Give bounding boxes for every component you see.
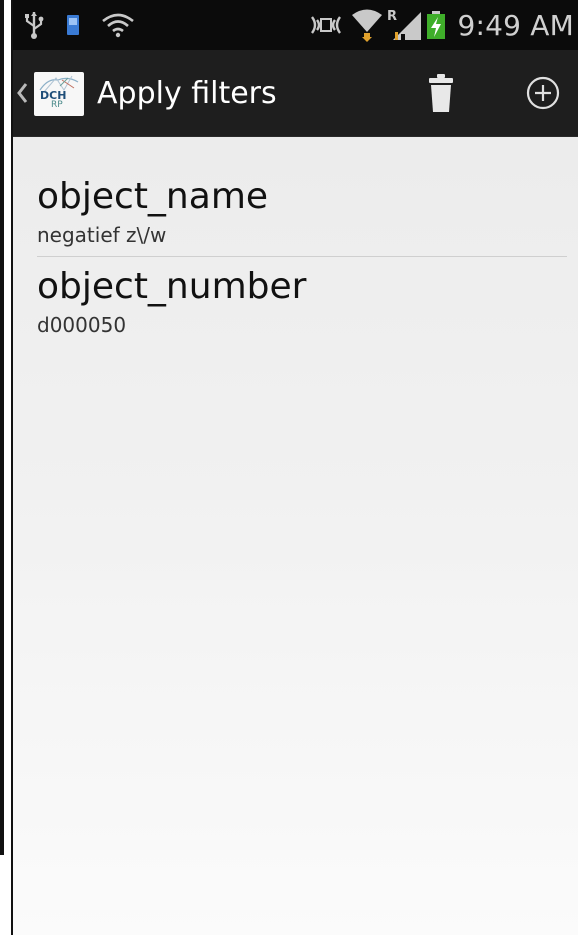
filter-value: negatief z\/w — [37, 223, 167, 247]
wifi-sync-icon — [101, 0, 135, 50]
filter-name: object_number — [37, 266, 307, 307]
list-item-object-number[interactable]: object_number d000050 — [37, 266, 565, 338]
list-divider — [37, 256, 567, 257]
filter-name: object_name — [37, 176, 269, 217]
page-title: Apply filters — [97, 75, 277, 111]
filter-value: d000050 — [37, 313, 127, 337]
frame-edge — [0, 0, 4, 855]
logo-text-rp: RP — [51, 100, 63, 110]
add-circle-icon — [526, 76, 560, 110]
wifi-icon — [351, 0, 383, 50]
filter-list: object_name negatief z\/w object_number … — [13, 137, 578, 935]
up-caret-icon[interactable] — [15, 78, 29, 108]
add-filter-button[interactable] — [518, 68, 568, 118]
signal-roaming-icon: R — [387, 0, 423, 50]
delete-button[interactable] — [416, 68, 466, 118]
nfc-icon — [308, 0, 344, 50]
sim-icon — [66, 0, 80, 50]
screenshot-frame — [0, 0, 14, 935]
action-bar: DCH RP Apply filters — [13, 50, 578, 137]
list-item-object-name[interactable]: object_name negatief z\/w — [37, 176, 565, 248]
svg-text:R: R — [387, 9, 397, 24]
trash-icon — [429, 74, 453, 112]
phone-screen: R 9:49 AM DCH RP Apply filters object_na… — [13, 0, 578, 935]
battery-charging-icon — [426, 0, 446, 50]
status-bar: R 9:49 AM — [13, 0, 578, 50]
app-logo[interactable]: DCH RP — [34, 72, 84, 116]
status-time: 9:49 AM — [457, 8, 574, 42]
usb-icon — [23, 0, 45, 50]
